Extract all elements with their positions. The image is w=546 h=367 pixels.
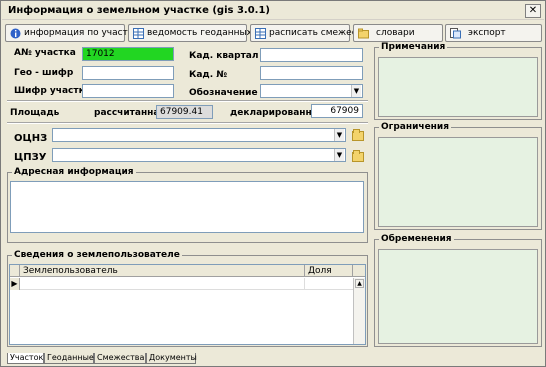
share-cell[interactable] [305,278,353,290]
close-icon: ✕ [528,5,538,16]
info-button[interactable]: информация по участку [5,24,139,42]
info-button-label: информация по участку [24,28,139,38]
tab-parcel[interactable]: Участок [7,353,44,364]
cpzu-label: ЦПЗУ [14,152,47,163]
divider [7,122,368,124]
cad-quarter-label: Кад. квартал [189,51,259,61]
window-title: Информация о земельном участке (gis 3.0.… [8,5,270,16]
an-label: А№ участка [14,48,76,58]
address-field[interactable] [10,181,364,233]
notes-field[interactable] [378,57,538,117]
scroll-up-icon[interactable]: ▲ [355,279,364,288]
an-field[interactable]: 17012 [82,47,174,61]
cad-quarter-field[interactable] [260,48,363,62]
calculated-area-label: рассчитанная [94,108,166,118]
cipher-field[interactable] [82,84,174,98]
geodata-button-label: ведомость геоданных [147,28,252,38]
export-button-label: экспорт [468,28,506,38]
designation-label: Обозначение [189,88,258,98]
close-button[interactable]: ✕ [525,4,541,18]
column-header-landuser[interactable]: Землепользователь [20,265,305,277]
geodata-button[interactable]: ведомость геоданных [128,24,252,42]
table-icon [255,28,266,39]
area-label: Площадь [10,108,60,118]
tab-neighbors[interactable]: Смежества [94,353,146,364]
declared-area-label: декларированная [230,108,324,118]
landuser-title: Сведения о землепользователе [12,250,182,260]
cipher-label: Шифр участка [14,86,91,96]
restrictions-field[interactable] [378,137,538,227]
dictionaries-button-label: словари [376,28,415,38]
neighbors-button[interactable]: расписать смежества [250,24,373,42]
column-header-share[interactable]: Доля [305,265,353,277]
folder-icon[interactable] [352,150,364,162]
table-row[interactable]: ▶ [10,278,353,290]
encumbrances-field[interactable] [378,249,538,344]
export-icon [450,28,461,39]
encumbrances-title: Обременения [379,234,454,244]
export-button[interactable]: экспорт [445,24,542,42]
geo-label: Гео - шифр [14,68,74,78]
cad-no-label: Кад. № [189,70,228,80]
dictionaries-button[interactable]: словари [353,24,443,42]
calculated-area-field: 67909.41 [156,105,213,119]
table-header: Землепользователь Доля [10,265,365,277]
tab-documents[interactable]: Документы [146,353,197,364]
address-title: Адресная информация [12,167,136,177]
info-icon [10,28,21,39]
declared-area-field[interactable]: 67909 [311,104,363,118]
designation-select[interactable]: ▼ [260,84,363,98]
landuser-table: Землепользователь Доля ▶ ▲ [9,264,366,345]
divider [7,100,368,102]
notes-title: Примечания [379,42,448,52]
current-row-icon: ▶ [10,278,20,290]
tab-geodata[interactable]: Геоданные [44,353,94,364]
chevron-down-icon[interactable]: ▼ [334,129,344,141]
ocnz-select[interactable]: ▼ [52,128,346,142]
restrictions-title: Ограничения [379,122,451,132]
title-bar: Информация о земельном участке (gis 3.0.… [2,2,544,20]
chevron-down-icon[interactable]: ▼ [334,149,344,161]
folder-icon [358,28,369,39]
cad-no-field[interactable] [260,66,363,80]
geo-field[interactable] [82,66,174,80]
table-icon [133,28,144,39]
landuser-cell[interactable] [20,278,305,290]
table-scrollbar[interactable]: ▲ [353,278,365,344]
ocnz-label: ОЦНЗ [14,133,48,144]
row-indicator-header [10,265,20,277]
cpzu-select[interactable]: ▼ [52,148,346,162]
chevron-down-icon[interactable]: ▼ [351,85,361,97]
folder-icon[interactable] [352,129,364,141]
parcel-info-window: Информация о земельном участке (gis 3.0.… [0,0,546,367]
